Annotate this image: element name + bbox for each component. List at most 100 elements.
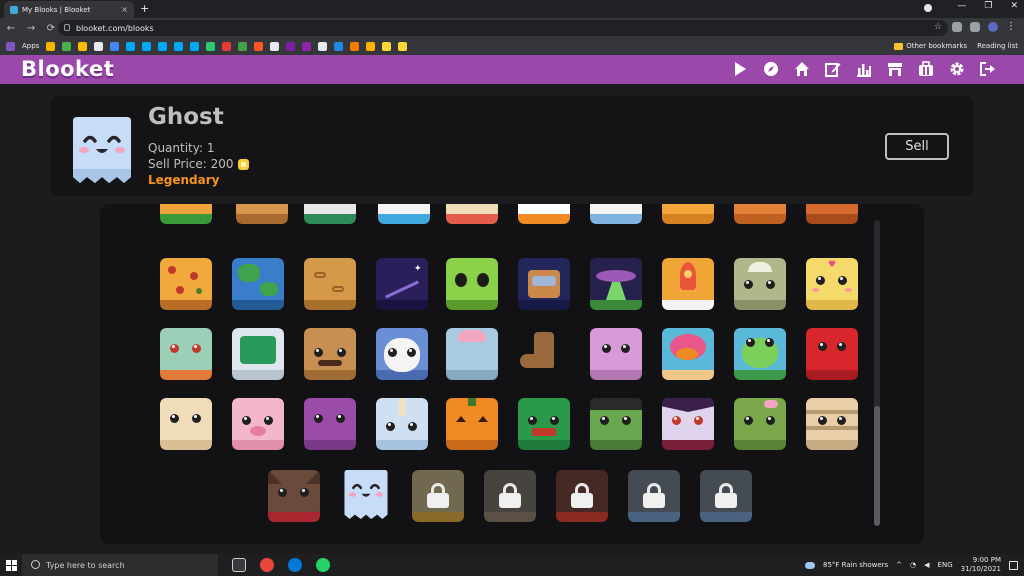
- frankenstein-blook[interactable]: [590, 398, 642, 450]
- locked-blook[interactable]: [700, 470, 752, 522]
- windows-start-icon[interactable]: [0, 554, 22, 576]
- bookmark-icon[interactable]: [46, 41, 56, 51]
- bookmark-icon[interactable]: [94, 41, 104, 51]
- reddit-icon[interactable]: [254, 41, 264, 51]
- bookmark-icon[interactable]: [126, 41, 136, 51]
- vampire-blook[interactable]: [662, 398, 714, 450]
- weather-text[interactable]: 85°F Rain showers: [823, 561, 888, 569]
- locked-blook[interactable]: [412, 470, 464, 522]
- octopus-blook[interactable]: [304, 398, 356, 450]
- werewolf-blook[interactable]: [268, 470, 320, 522]
- zombie-blook[interactable]: [734, 398, 786, 450]
- sell-button[interactable]: Sell: [885, 133, 949, 160]
- bookmark-icon[interactable]: [350, 41, 360, 51]
- create-icon[interactable]: [823, 59, 843, 79]
- back-button[interactable]: ←: [2, 23, 20, 34]
- blook-tile[interactable]: [590, 204, 642, 224]
- bookmark-icon[interactable]: [398, 41, 408, 51]
- blook-tile[interactable]: [518, 204, 570, 224]
- market-icon[interactable]: [885, 59, 905, 79]
- narwhal-blook[interactable]: [376, 398, 428, 450]
- blook-tile[interactable]: [378, 204, 430, 224]
- frog-blook[interactable]: [734, 328, 786, 380]
- tray-chevron-icon[interactable]: ^: [896, 561, 902, 569]
- bookmark-icon[interactable]: [302, 41, 312, 51]
- blook-tile[interactable]: [160, 204, 212, 224]
- alien-blook[interactable]: [446, 258, 498, 310]
- locked-blook[interactable]: [484, 470, 536, 522]
- logout-icon[interactable]: [978, 59, 998, 79]
- bookmark-icon[interactable]: [78, 41, 88, 51]
- puzzle-icon[interactable]: [970, 21, 980, 32]
- profile-dot-icon[interactable]: [924, 4, 932, 12]
- ufo-blook[interactable]: [590, 258, 642, 310]
- bookmark-icon[interactable]: [222, 41, 232, 51]
- clownfish-blook[interactable]: [662, 328, 714, 380]
- bookmark-icon[interactable]: [238, 41, 248, 51]
- rocket-blook[interactable]: [662, 258, 714, 310]
- bookmark-icon[interactable]: [382, 41, 392, 51]
- bookmark-icon[interactable]: [174, 41, 184, 51]
- bookmark-star-icon[interactable]: ☆: [934, 22, 942, 32]
- pizza-blook[interactable]: [160, 258, 212, 310]
- browser-menu-button[interactable]: ⋮: [1006, 21, 1016, 32]
- apps-grid-icon[interactable]: [6, 41, 15, 51]
- boot-blook[interactable]: [518, 328, 570, 380]
- bookmark-apps[interactable]: Apps: [22, 42, 39, 50]
- maximize-button[interactable]: ❐: [984, 1, 992, 11]
- task-view-icon[interactable]: [232, 558, 246, 572]
- pufferfish-blook[interactable]: [160, 398, 212, 450]
- mummy-blook[interactable]: [806, 398, 858, 450]
- bookmark-icon[interactable]: [190, 41, 200, 51]
- settings-icon[interactable]: [947, 59, 967, 79]
- forward-button[interactable]: →: [22, 23, 40, 34]
- tab-close-icon[interactable]: ×: [121, 5, 128, 14]
- stats-icon[interactable]: [854, 59, 874, 79]
- locked-blook[interactable]: [628, 470, 680, 522]
- new-tab-button[interactable]: +: [140, 2, 149, 15]
- browser-tab[interactable]: My Blooks | Blooket ×: [4, 1, 134, 18]
- bookmark-icon[interactable]: [158, 41, 168, 51]
- bookmark-icon[interactable]: [366, 41, 376, 51]
- robot-blook[interactable]: [734, 258, 786, 310]
- language-indicator[interactable]: ENG: [938, 561, 953, 569]
- blobfish-blook[interactable]: [232, 398, 284, 450]
- github-icon[interactable]: [270, 41, 280, 51]
- earth-blook[interactable]: [232, 258, 284, 310]
- pumpkin-blook[interactable]: [446, 398, 498, 450]
- url-bar[interactable]: blooket.com/blooks ☆: [58, 20, 948, 36]
- bookmark-icon[interactable]: [334, 41, 344, 51]
- skype-taskbar-icon[interactable]: [288, 558, 302, 572]
- google-icon[interactable]: [110, 41, 120, 51]
- scrollbar-thumb[interactable]: [874, 406, 880, 526]
- locked-blook[interactable]: [556, 470, 608, 522]
- whatsapp-taskbar-icon[interactable]: [316, 558, 330, 572]
- space-blook[interactable]: ✦: [376, 258, 428, 310]
- notifications-icon[interactable]: [1009, 560, 1018, 570]
- mustache-blook[interactable]: [304, 328, 356, 380]
- bookmark-icon[interactable]: [318, 41, 328, 51]
- mars-blook[interactable]: [304, 258, 356, 310]
- bookmark-icon[interactable]: [286, 41, 296, 51]
- bookmark-icon[interactable]: [142, 41, 152, 51]
- blook-tile[interactable]: [446, 204, 498, 224]
- blooket-logo[interactable]: Blooket: [21, 57, 114, 81]
- computer-blook[interactable]: [232, 328, 284, 380]
- astronaut-blook[interactable]: [518, 258, 570, 310]
- minimize-button[interactable]: —: [957, 1, 966, 11]
- volume-icon[interactable]: ◀: [924, 561, 929, 569]
- bookmark-icon[interactable]: [206, 41, 216, 51]
- blook-tile[interactable]: [734, 204, 786, 224]
- blook-tile[interactable]: [806, 204, 858, 224]
- blook-tile[interactable]: [304, 204, 356, 224]
- chrome-taskbar-icon[interactable]: [260, 558, 274, 572]
- jellyfish-blook[interactable]: [590, 328, 642, 380]
- play-icon[interactable]: [730, 59, 750, 79]
- blook-tile[interactable]: [662, 204, 714, 224]
- brain-zombie-blook[interactable]: [446, 328, 498, 380]
- blooks-icon[interactable]: [916, 59, 936, 79]
- profile-avatar-icon[interactable]: [988, 21, 998, 32]
- red-crab-blook[interactable]: [806, 328, 858, 380]
- blook-tile[interactable]: [236, 204, 288, 224]
- discover-icon[interactable]: [761, 59, 781, 79]
